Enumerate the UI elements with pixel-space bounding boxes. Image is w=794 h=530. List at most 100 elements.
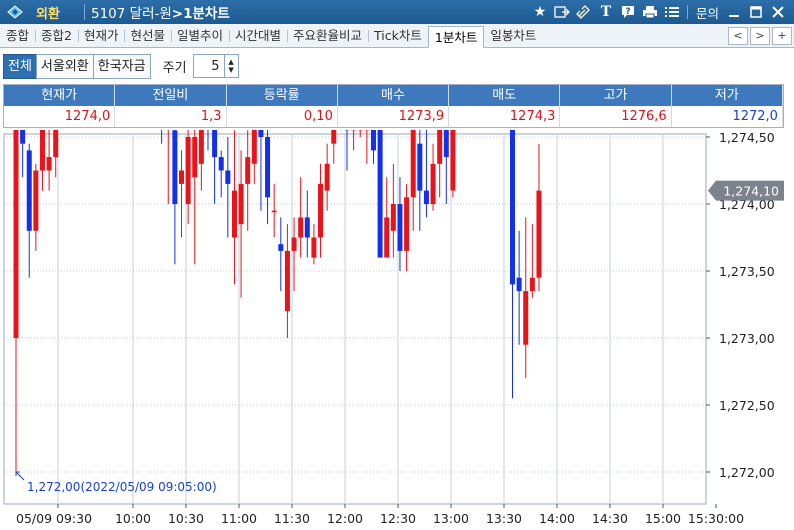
candle-body bbox=[53, 130, 59, 158]
candle-body bbox=[20, 130, 26, 144]
candle-body bbox=[324, 163, 330, 191]
tab-fx-comparison[interactable]: 주요환율비교 bbox=[287, 25, 368, 47]
x-tick-label: 15:00 bbox=[645, 511, 681, 526]
tab-prev-icon[interactable]: < bbox=[728, 27, 748, 45]
period-label: 주기 bbox=[162, 60, 187, 76]
header-current-price: 현재가 bbox=[4, 85, 116, 106]
candle-body bbox=[198, 130, 204, 164]
inquiry-button[interactable]: 문의 bbox=[693, 2, 722, 22]
candle-body bbox=[423, 190, 429, 204]
menu-category[interactable]: 외환 bbox=[36, 3, 80, 22]
x-tick-label: 11:30 bbox=[274, 511, 310, 526]
x-tick-label: 13:00 bbox=[433, 511, 469, 526]
market-korea-money-button[interactable]: 한국자금 bbox=[92, 53, 151, 79]
tab-navigation: < > + bbox=[728, 27, 792, 45]
value-change: 1,3 bbox=[115, 106, 227, 127]
header-change: 전일비 bbox=[115, 85, 227, 106]
toolbar: 전체 서울외환 한국자금 주기 5 ▲ ▼ bbox=[0, 48, 794, 84]
tab-next-icon[interactable]: > bbox=[750, 27, 770, 45]
value-ask: 1274,3 bbox=[449, 106, 561, 127]
price-table-header: 현재가 전일비 등락률 매수 매도 고가 저가 bbox=[4, 85, 783, 106]
screen-title: 5107 달러-원>1분차트 bbox=[91, 2, 230, 22]
candle-body bbox=[304, 217, 310, 238]
x-tick-label: 14:30 bbox=[592, 511, 628, 526]
x-tick-label: 12:00 bbox=[327, 511, 363, 526]
candle-body bbox=[46, 157, 52, 171]
period-spin-icon[interactable]: ▲ ▼ bbox=[223, 55, 238, 77]
candle-body bbox=[26, 150, 32, 231]
candle-body bbox=[397, 204, 403, 251]
tab-add-icon[interactable]: + bbox=[772, 27, 792, 45]
candle-body bbox=[410, 130, 416, 198]
candle-body bbox=[523, 291, 529, 345]
header-bid: 매수 bbox=[338, 85, 450, 106]
x-tick-label: 10:30 bbox=[168, 511, 204, 526]
candlestick-chart[interactable]: 1,272,001,272,501,273,001,273,501,274,00… bbox=[0, 130, 794, 530]
candle-body bbox=[258, 130, 264, 137]
candle-body bbox=[13, 130, 19, 338]
candle-body bbox=[390, 204, 396, 231]
value-change-rate: 0,10 bbox=[227, 106, 338, 127]
title-bar: 외환 5107 달러-원>1분차트 ★ T ? 문의 bbox=[0, 0, 794, 24]
market-seoul-fx-button[interactable]: 서울외환 bbox=[35, 53, 94, 79]
value-bid: 1273,9 bbox=[338, 106, 450, 127]
tab-daily-trend[interactable]: 일별추이 bbox=[171, 25, 229, 47]
candle-body bbox=[179, 170, 184, 184]
candle-body bbox=[284, 250, 290, 312]
candle-body bbox=[271, 210, 277, 213]
candle-body bbox=[39, 130, 45, 171]
y-tick-label: 1,272,00 bbox=[719, 465, 775, 480]
tab-current-price[interactable]: 현재가 bbox=[77, 25, 125, 47]
value-current-price: 1274,0 bbox=[4, 106, 116, 127]
candle-body bbox=[265, 137, 271, 198]
tab-by-time[interactable]: 시간대별 bbox=[229, 25, 287, 47]
tab-tick-chart[interactable]: Tick차트 bbox=[368, 25, 428, 47]
price-table-row: 1274,0 1,3 0,10 1273,9 1274,3 1276,6 127… bbox=[4, 106, 783, 127]
title-divider bbox=[686, 5, 688, 19]
tab-spot-futures[interactable]: 현선물 bbox=[124, 25, 171, 47]
header-ask: 매도 bbox=[449, 85, 561, 106]
period-value[interactable]: 5 bbox=[194, 59, 224, 74]
y-tick-label: 1,273,00 bbox=[719, 331, 775, 346]
text-icon[interactable]: T bbox=[596, 2, 616, 22]
star-icon[interactable]: ★ bbox=[530, 2, 550, 22]
tab-1min-chart[interactable]: 1분차트 bbox=[427, 26, 485, 48]
candle-body bbox=[245, 157, 251, 184]
candle-body bbox=[318, 183, 324, 238]
current-price-label: 1,274,10 bbox=[723, 184, 779, 199]
x-tick-label: 13:30 bbox=[486, 511, 522, 526]
candle-body bbox=[172, 130, 178, 204]
help-icon[interactable]: ? bbox=[618, 2, 638, 22]
candle-body bbox=[291, 237, 297, 251]
maximize-icon[interactable] bbox=[746, 2, 766, 22]
list-icon[interactable] bbox=[662, 2, 682, 22]
candle-body bbox=[417, 143, 423, 191]
candle-body bbox=[510, 130, 515, 285]
print-icon[interactable] bbox=[640, 2, 660, 22]
candle-body bbox=[238, 183, 244, 225]
tab-overview[interactable]: 종합 bbox=[0, 25, 35, 47]
period-stepper[interactable]: 5 ▲ ▼ bbox=[192, 54, 239, 78]
candle-body bbox=[311, 237, 317, 258]
x-tick-label: 11:00 bbox=[221, 511, 257, 526]
titlebar-tools: ★ T ? 문의 bbox=[530, 2, 788, 22]
app-logo-icon bbox=[4, 3, 26, 21]
x-tick-label: 05/09 09:30 bbox=[16, 511, 92, 526]
candle-body bbox=[529, 277, 535, 292]
header-change-rate: 등락률 bbox=[227, 85, 338, 106]
x-tick-label: 10:00 bbox=[115, 511, 151, 526]
tab-daily-chart[interactable]: 일봉차트 bbox=[484, 25, 542, 47]
header-low: 저가 bbox=[672, 85, 783, 106]
candle-body bbox=[516, 277, 522, 292]
candle-body bbox=[437, 130, 443, 164]
close-icon[interactable] bbox=[768, 2, 788, 22]
tab-overview2[interactable]: 종합2 bbox=[35, 25, 78, 47]
export-icon[interactable] bbox=[552, 2, 572, 22]
y-tick-label: 1,274,50 bbox=[719, 130, 775, 145]
candle-body bbox=[192, 137, 198, 178]
link-icon[interactable] bbox=[574, 2, 594, 22]
minimize-icon[interactable] bbox=[724, 2, 744, 22]
title-divider bbox=[84, 4, 85, 20]
market-all-button[interactable]: 전체 bbox=[3, 53, 37, 79]
candle-body bbox=[218, 157, 224, 171]
